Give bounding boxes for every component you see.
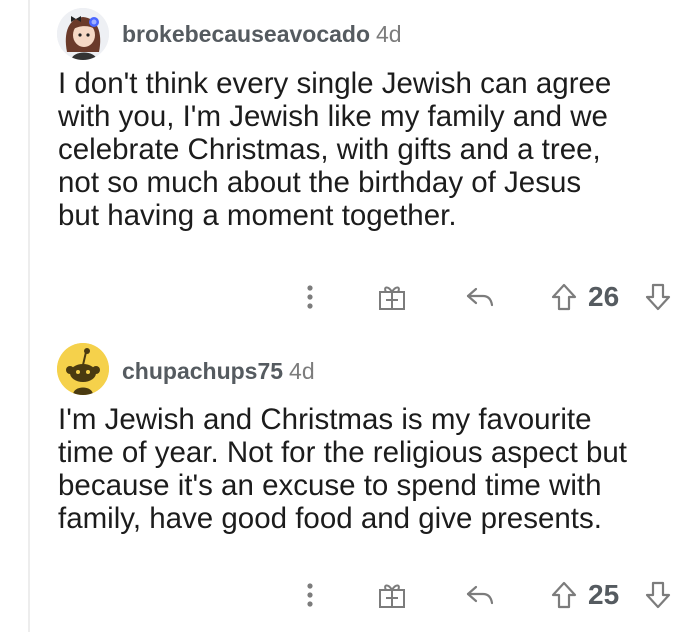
comment-body: I'm Jewish and Christmas is my favourite… [58,403,627,535]
username[interactable]: chupachups75 [122,358,283,384]
upvote-arrow-icon [551,581,577,609]
comment-age: 4d [289,358,315,384]
comment-meta: brokebecauseavocado 4d [122,19,402,49]
comment-body: I don't think every single Jewish can ag… [58,67,612,232]
comment: brokebecauseavocado 4d I don't think ever… [0,0,700,320]
more-options-button[interactable] [296,575,324,615]
downvote-button[interactable] [640,277,676,317]
comment-meta: chupachups75 4d [122,356,315,386]
gift-icon [379,584,405,608]
vote-score: 26 [588,281,620,312]
vote-score: 25 [588,579,620,610]
upvote-button[interactable] [546,277,582,317]
upvote-arrow-icon [551,283,577,311]
downvote-button[interactable] [640,575,676,615]
girl-avatar-icon [57,8,109,60]
vertical-dots-icon [307,285,313,309]
comment-age: 4d [376,21,402,47]
user-avatar[interactable] [57,8,109,60]
username[interactable]: brokebecauseavocado [122,21,370,47]
comment-actions: 25 [0,575,700,615]
user-avatar[interactable] [57,343,109,395]
vertical-dots-icon [307,583,313,607]
award-button[interactable] [372,575,412,615]
award-button[interactable] [372,277,412,317]
comment: chupachups75 4d I'm Jewish and Christmas … [0,320,700,632]
more-options-button[interactable] [296,277,324,317]
reply-button[interactable] [460,277,500,317]
gift-icon [379,286,405,310]
reply-arrow-icon [466,585,494,605]
thread-line[interactable] [28,0,30,320]
snoo-avatar-icon [57,343,109,395]
comment-actions: 26 [0,277,700,317]
reply-button[interactable] [460,575,500,615]
downvote-arrow-icon [645,283,671,311]
reply-arrow-icon [466,287,494,307]
upvote-button[interactable] [546,575,582,615]
downvote-arrow-icon [645,581,671,609]
